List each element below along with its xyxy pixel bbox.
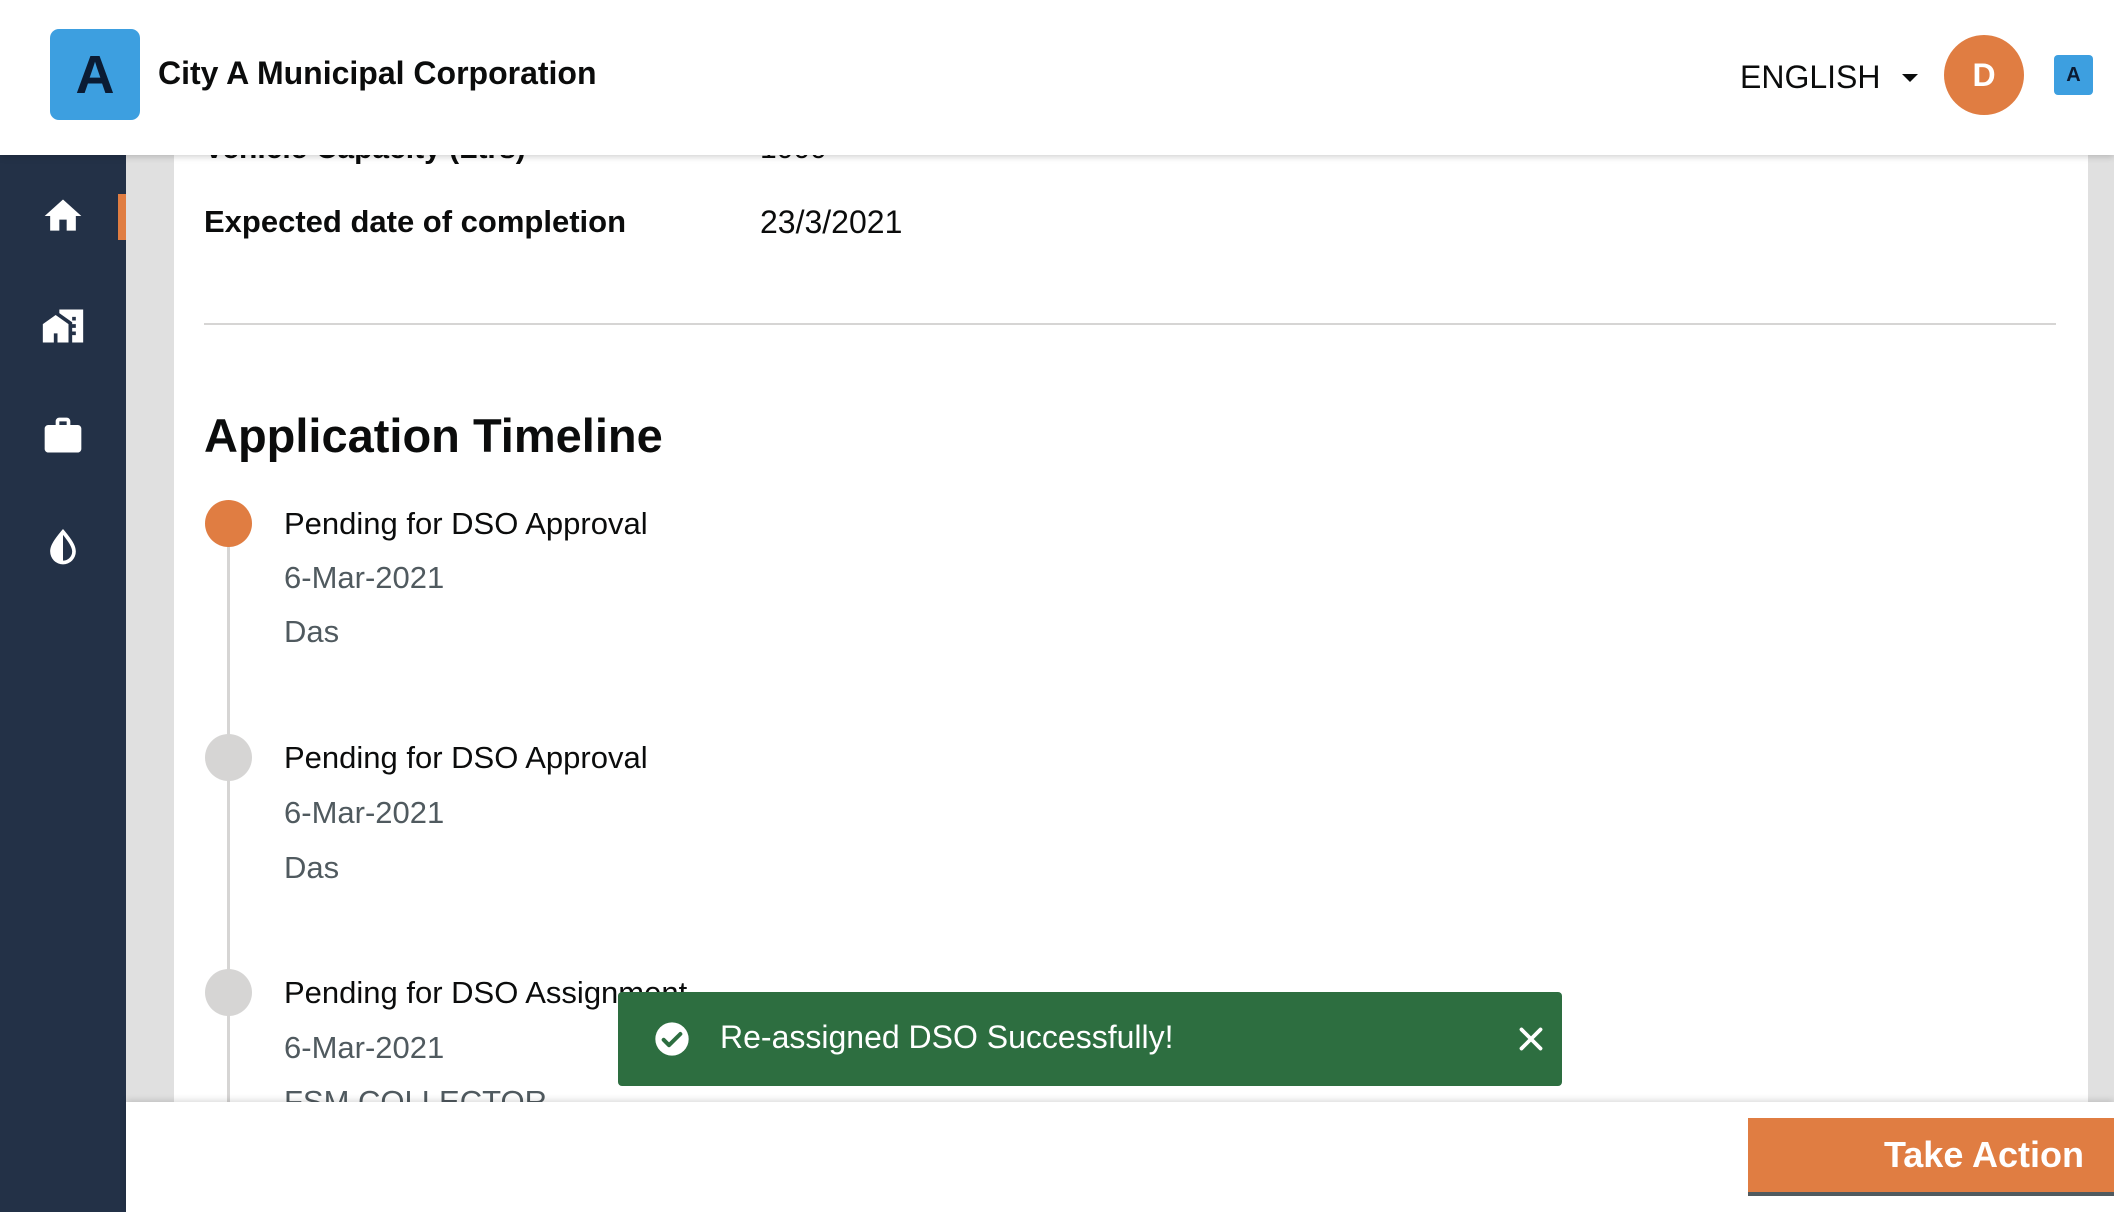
user-avatar[interactable]: D xyxy=(1944,35,2024,115)
caret-down-icon xyxy=(1902,74,1919,82)
home-icon xyxy=(44,199,82,231)
timeline-user: Das xyxy=(284,614,340,649)
section-divider xyxy=(204,323,2056,325)
sidebar-item-city[interactable] xyxy=(0,286,126,366)
timeline-connector xyxy=(227,545,230,1105)
timeline-date: 6-Mar-2021 xyxy=(284,560,445,595)
timeline-status: Pending for DSO Approval xyxy=(284,506,648,541)
language-selector[interactable]: ENGLISH xyxy=(1740,57,1919,97)
top-header: A City A Municipal Corporation ENGLISH D… xyxy=(0,0,2114,155)
close-icon[interactable] xyxy=(1512,1020,1550,1058)
timeline-dot xyxy=(205,969,252,1016)
city-icon xyxy=(42,309,84,343)
language-label: ENGLISH xyxy=(1740,58,1881,95)
check-circle-icon xyxy=(655,1022,689,1056)
bottom-action-bar: Take Action xyxy=(126,1102,2114,1212)
city-logo: A xyxy=(50,29,140,120)
timeline-title: Application Timeline xyxy=(204,409,663,462)
sidebar-item-work[interactable] xyxy=(0,396,126,476)
timeline-dot xyxy=(205,734,252,781)
sidebar-item-home[interactable] xyxy=(0,176,126,256)
detail-label-expected-completion: Expected date of completion xyxy=(204,204,627,239)
corporation-name: City A Municipal Corporation xyxy=(158,55,597,91)
success-toast: Re-assigned DSO Successfully! xyxy=(618,992,1562,1086)
take-action-button[interactable]: Take Action xyxy=(1748,1118,2114,1196)
sidebar-item-fsm[interactable] xyxy=(0,506,126,586)
app-page: Vehicle Capacity (Ltrs) 1000 Expected da… xyxy=(0,0,2114,1212)
briefcase-icon xyxy=(44,417,82,453)
detail-value-expected-completion: 23/3/2021 xyxy=(760,204,903,240)
water-drop-icon xyxy=(50,528,76,565)
timeline-date: 6-Mar-2021 xyxy=(284,795,445,830)
timeline-status: Pending for DSO Approval xyxy=(284,740,648,775)
timeline-date: 6-Mar-2021 xyxy=(284,1030,445,1065)
app-logo-small: A xyxy=(2054,55,2093,95)
timeline-user: Das xyxy=(284,850,340,885)
timeline-dot-active xyxy=(205,500,252,547)
sidebar-nav xyxy=(0,155,126,1212)
toast-message: Re-assigned DSO Successfully! xyxy=(720,1019,1174,1055)
scroll-gutter[interactable] xyxy=(2088,155,2114,1105)
